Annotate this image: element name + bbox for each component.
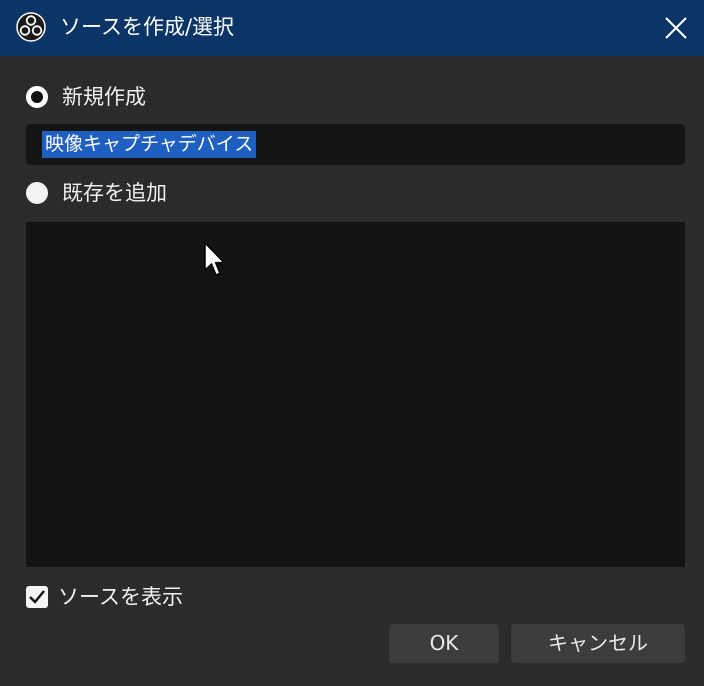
title-bar: ソースを作成/選択 bbox=[0, 0, 704, 56]
show-source-checkbox[interactable] bbox=[26, 586, 48, 608]
close-button[interactable] bbox=[648, 0, 704, 56]
add-existing-label: 既存を追加 bbox=[62, 181, 167, 205]
checkmark-icon bbox=[29, 590, 45, 604]
close-icon bbox=[665, 17, 687, 39]
existing-sources-list[interactable] bbox=[26, 222, 685, 567]
source-name-value: 映像キャプチャデバイス bbox=[42, 131, 257, 158]
window-title: ソースを作成/選択 bbox=[60, 15, 235, 39]
cancel-button[interactable]: キャンセル bbox=[511, 624, 685, 663]
create-select-source-dialog: ソースを作成/選択 新規作成 映像キャプチャデバイス 既存を追加 ソースを表示 … bbox=[0, 0, 704, 686]
add-existing-option[interactable]: 既存を追加 bbox=[26, 178, 167, 208]
create-new-label: 新規作成 bbox=[62, 85, 146, 109]
mouse-cursor-icon bbox=[204, 242, 225, 276]
create-new-radio[interactable] bbox=[26, 86, 48, 108]
show-source-label: ソースを表示 bbox=[58, 585, 183, 609]
obs-logo-icon bbox=[16, 12, 46, 42]
create-new-option[interactable]: 新規作成 bbox=[26, 82, 146, 112]
add-existing-radio[interactable] bbox=[26, 182, 48, 204]
ok-button[interactable]: OK bbox=[389, 624, 499, 663]
source-name-input[interactable]: 映像キャプチャデバイス bbox=[26, 124, 685, 165]
show-source-option[interactable]: ソースを表示 bbox=[26, 582, 183, 612]
